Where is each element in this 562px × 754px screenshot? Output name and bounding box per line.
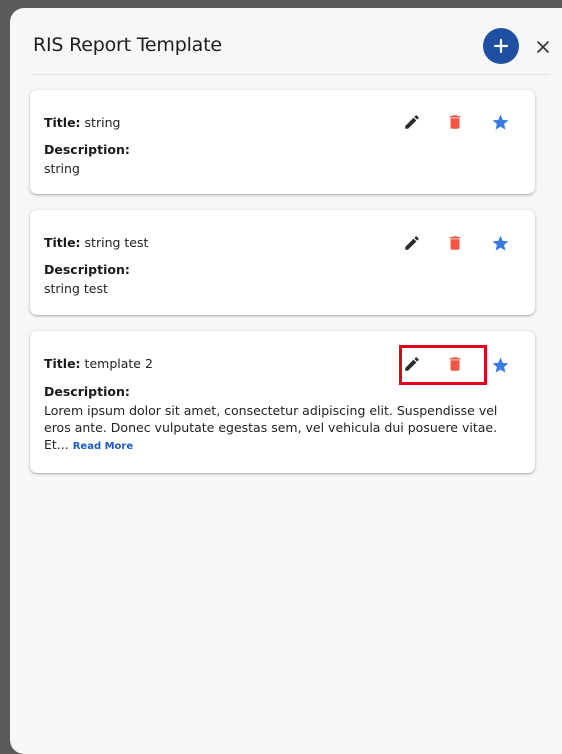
- edit-button[interactable]: [401, 353, 423, 375]
- star-icon: [492, 114, 508, 130]
- read-more-link[interactable]: Read More: [73, 441, 133, 452]
- template-title: template 2: [84, 356, 153, 371]
- panel-header: RIS Report Template: [32, 28, 550, 75]
- trash-icon: [449, 236, 461, 250]
- star-icon: [492, 357, 508, 373]
- template-description: Lorem ipsum dolor sit amet, consectetur …: [44, 402, 519, 455]
- favorite-button[interactable]: [489, 354, 511, 376]
- delete-button[interactable]: [444, 353, 466, 375]
- template-title-row: Title: string: [44, 115, 120, 130]
- close-button[interactable]: [532, 36, 554, 58]
- pencil-icon: [405, 115, 419, 129]
- plus-icon: [493, 38, 509, 54]
- favorite-button[interactable]: [489, 111, 511, 133]
- close-icon: [537, 41, 549, 53]
- edit-button[interactable]: [401, 232, 423, 254]
- pencil-icon: [405, 236, 419, 250]
- template-card: Title: template 2 Description: Lorem ips…: [30, 331, 535, 473]
- title-label: Title:: [44, 115, 81, 130]
- pencil-icon: [405, 357, 419, 371]
- title-label: Title:: [44, 356, 81, 371]
- trash-icon: [449, 357, 461, 371]
- panel-title: RIS Report Template: [33, 34, 222, 56]
- template-description: string: [44, 161, 80, 176]
- description-label: Description:: [44, 142, 130, 157]
- trash-icon: [449, 115, 461, 129]
- description-label: Description:: [44, 262, 130, 277]
- edit-button[interactable]: [401, 111, 423, 133]
- template-title: string: [84, 115, 121, 130]
- template-title-row: Title: string test: [44, 235, 148, 250]
- template-title: string test: [84, 235, 149, 250]
- template-description: string test: [44, 281, 108, 296]
- template-card: Title: string Description: string: [30, 90, 535, 194]
- title-label: Title:: [44, 235, 81, 250]
- delete-button[interactable]: [444, 232, 466, 254]
- template-card: Title: string test Description: string t…: [30, 210, 535, 315]
- delete-button[interactable]: [444, 111, 466, 133]
- template-title-row: Title: template 2: [44, 356, 153, 371]
- favorite-button[interactable]: [489, 232, 511, 254]
- star-icon: [492, 235, 508, 251]
- add-template-button[interactable]: [483, 28, 519, 64]
- description-label: Description:: [44, 384, 130, 399]
